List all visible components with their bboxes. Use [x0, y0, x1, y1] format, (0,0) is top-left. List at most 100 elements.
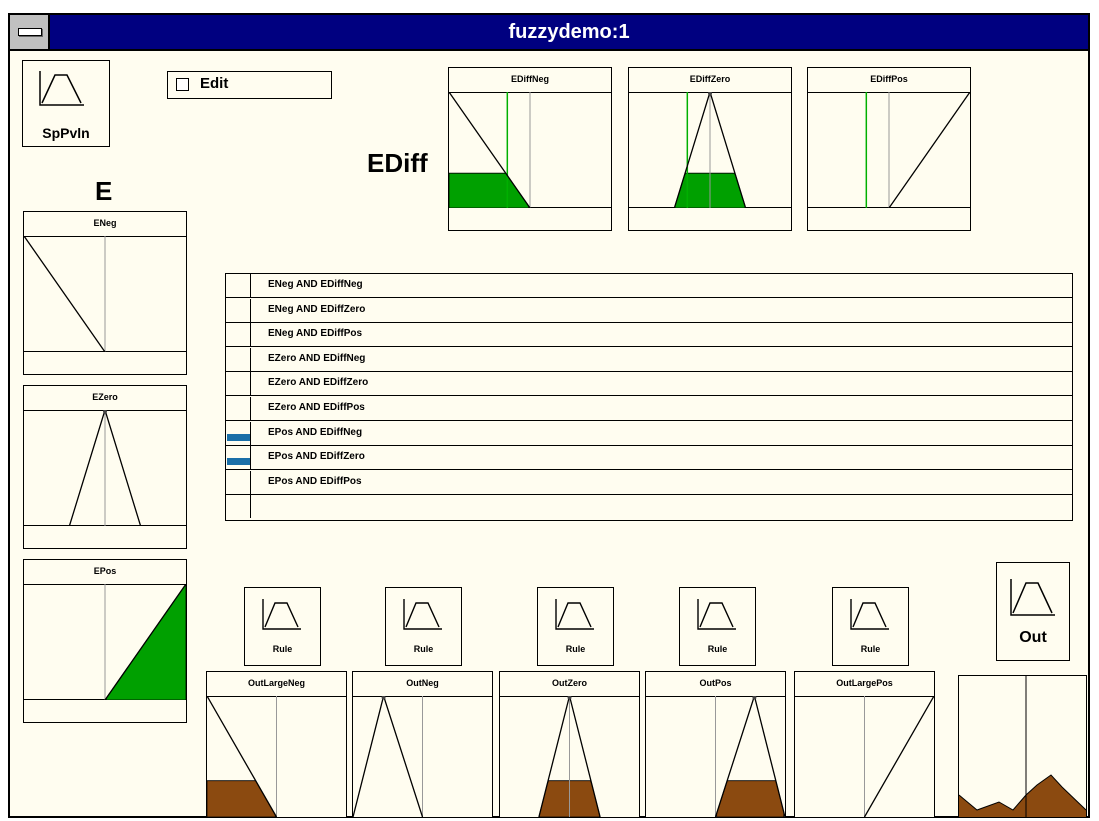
out-negtri-plot: [353, 696, 424, 817]
ediff-zero-plot: [673, 92, 747, 208]
rule-button-label: Rule: [860, 644, 881, 654]
rule-text: EZero AND EDiffNeg: [268, 352, 366, 364]
aggregated-output-plot: [958, 675, 1087, 818]
rule-row[interactable]: EPos AND EDiffNeg: [226, 421, 1072, 446]
out-pos-curve: [863, 696, 934, 817]
rule-text: ENeg AND EDiffNeg: [268, 279, 363, 290]
rule-strength-indicator: [226, 298, 251, 322]
e-pos-title: EPos: [24, 560, 186, 585]
out-negtri-title: OutNeg: [353, 672, 492, 697]
edit-checkbox[interactable]: [176, 78, 189, 91]
membership-function-icon: [39, 71, 84, 106]
window-title: fuzzydemo:1: [508, 21, 630, 43]
membership-function-icon: [697, 599, 736, 630]
rule-output-button-3[interactable]: Rule: [537, 587, 614, 666]
e-neg-footer: [24, 351, 186, 374]
out-zero-title: OutZero: [500, 672, 639, 697]
rule-output-button-2[interactable]: Rule: [385, 587, 462, 666]
out-pos-title: OutLargePos: [795, 672, 934, 697]
e-label: E: [95, 176, 113, 206]
rule-text: EPos AND EDiffNeg: [268, 426, 363, 438]
rule-strength-bar: [227, 433, 250, 441]
out-button[interactable]: Out: [996, 562, 1070, 661]
membership-function-icon: [555, 599, 594, 630]
e-pos-panel: EPos: [23, 559, 187, 723]
ediff-neg-panel: EDiffNeg: [448, 67, 612, 231]
membership-function-icon: [850, 599, 889, 630]
rule-button-label: Rule: [413, 644, 434, 654]
ediff-neg-title: EDiffNeg: [449, 68, 611, 93]
out-button-label: Out: [1019, 629, 1047, 646]
rule-strength-indicator: [226, 347, 251, 371]
rule-output-button-1[interactable]: Rule: [244, 587, 321, 666]
system-menu-icon: [18, 28, 42, 36]
rule-strength-indicator: [226, 274, 251, 297]
edit-toggle[interactable]: Edit: [167, 71, 332, 99]
aggregated-output-chart: [959, 676, 1086, 817]
e-zero-title: EZero: [24, 386, 186, 411]
ediff-zero-footer: [629, 207, 791, 230]
workspace: SpPvln Edit EDiff E EDiffNeg EDiffZero EDi…: [10, 51, 1088, 818]
ediff-neg-footer: [449, 207, 611, 230]
rule-button-label: Rule: [707, 644, 728, 654]
out-neg-firing-area: [207, 780, 276, 817]
e-pos-plot: [104, 584, 186, 700]
rule-row[interactable]: EZero AND EDiffNeg: [226, 347, 1072, 372]
sp-pvln-label: SpPvln: [42, 125, 90, 141]
e-zero-plot: [68, 410, 142, 526]
rule-row[interactable]: ENeg AND EDiffPos: [226, 323, 1072, 348]
out-negtri-panel: OutNeg: [352, 671, 493, 818]
out-pos-plot: [863, 696, 934, 817]
ediff-pos-curve: [888, 92, 970, 208]
rule-row[interactable]: EPos AND EDiffZero: [226, 446, 1072, 471]
out-neg-title: OutLargeNeg: [207, 672, 346, 697]
ediff-pos-plot: [865, 92, 970, 208]
rule-row[interactable]: [226, 495, 1072, 519]
ediff-pos-panel: EDiffPos: [807, 67, 971, 231]
out-negtri-curve: [353, 696, 424, 817]
rule-strength-bar: [227, 458, 250, 466]
rule-strength-indicator: [226, 372, 251, 396]
ediff-zero-title: EDiffZero: [629, 68, 791, 93]
rule-output-button-5[interactable]: Rule: [832, 587, 909, 666]
membership-function-icon: [262, 599, 301, 630]
rule-strength-indicator: [226, 323, 251, 347]
ediff-pos-title: EDiffPos: [808, 68, 970, 93]
out-postri-firing-area: [716, 780, 785, 817]
ediff-neg-plot: [449, 92, 531, 208]
rule-text: ENeg AND EDiffZero: [268, 303, 366, 315]
ediff-label: EDiff: [367, 148, 428, 178]
system-menu-button[interactable]: [10, 15, 50, 49]
out-neg-plot: [207, 696, 278, 817]
e-pos-footer: [24, 699, 186, 722]
rule-text: ENeg AND EDiffPos: [268, 328, 363, 340]
rule-row[interactable]: ENeg AND EDiffZero: [226, 298, 1072, 323]
rule-text: EZero AND EDiffZero: [268, 377, 369, 389]
rule-text: EPos AND EDiffZero: [268, 451, 365, 463]
rule-strength-indicator: [226, 421, 251, 445]
e-neg-plot: [24, 236, 106, 352]
rule-button-label: Rule: [272, 644, 293, 654]
e-neg-curve: [24, 236, 106, 352]
out-zero-plot: [538, 696, 601, 817]
ediff-zero-panel: EDiffZero: [628, 67, 792, 231]
out-postri-title: OutPos: [646, 672, 785, 697]
edit-checkbox-label: Edit: [200, 75, 229, 92]
membership-function-icon: [1010, 579, 1055, 616]
rule-row[interactable]: EZero AND EDiffPos: [226, 397, 1072, 421]
rule-row[interactable]: EPos AND EDiffPos: [226, 470, 1072, 495]
rule-list[interactable]: ENeg AND EDiffNeg ENeg AND EDiffZero ENeg …: [225, 273, 1073, 521]
rule-strength-indicator: [226, 470, 251, 494]
rule-output-button-4[interactable]: Rule: [679, 587, 756, 666]
rule-row[interactable]: EZero AND EDiffZero: [226, 372, 1072, 397]
title-bar: fuzzydemo:1: [10, 15, 1088, 51]
rule-strength-indicator: [226, 446, 251, 470]
e-zero-panel: EZero: [23, 385, 187, 549]
membership-function-icon: [403, 599, 442, 630]
out-pos-panel: OutLargePos: [794, 671, 935, 818]
rule-strength-indicator: [226, 495, 251, 519]
sp-pvln-button[interactable]: SpPvln: [22, 60, 110, 147]
out-zero-panel: OutZero: [499, 671, 640, 818]
ediff-pos-footer: [808, 207, 970, 230]
rule-row[interactable]: ENeg AND EDiffNeg: [226, 274, 1072, 298]
